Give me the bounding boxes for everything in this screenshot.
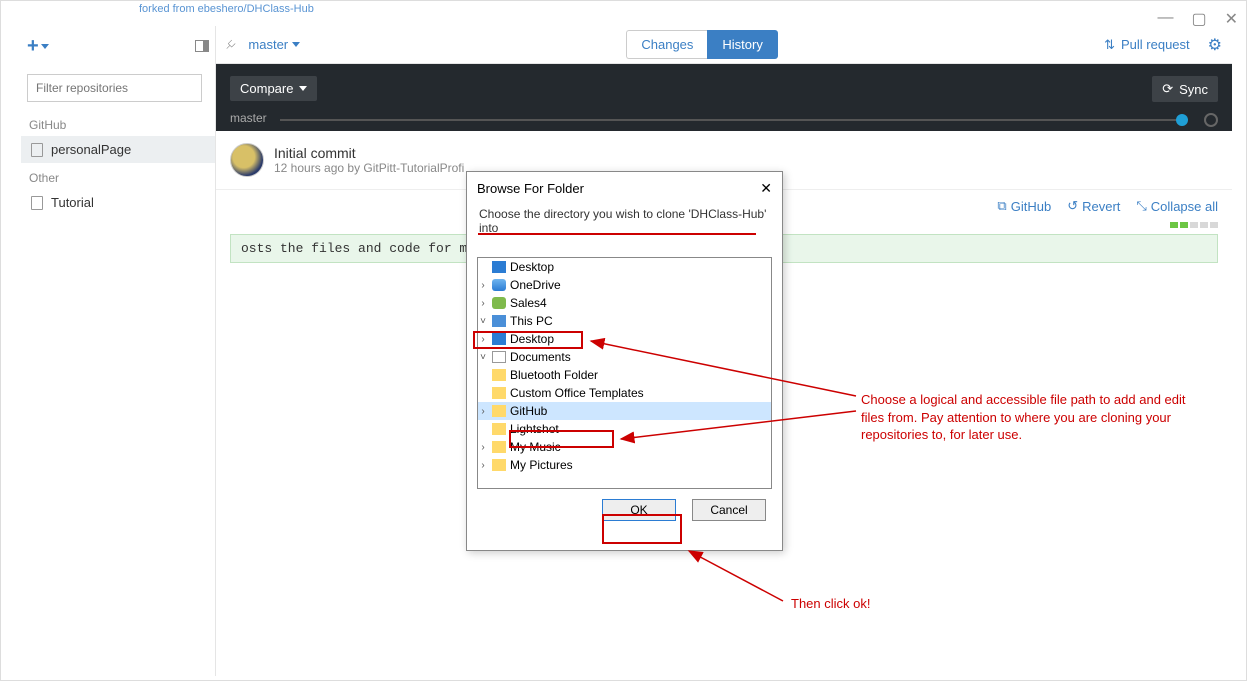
tree-node-label: GitHub	[510, 404, 547, 418]
tree-node-label: Bluetooth Folder	[510, 368, 598, 382]
tab-changes[interactable]: Changes	[626, 30, 707, 59]
forked-from-label: forked from ebeshero/DHClass-Hub	[139, 3, 314, 15]
expand-icon[interactable]	[478, 424, 488, 435]
branch-dropdown[interactable]: master	[248, 37, 300, 52]
dialog-message: Choose the directory you wish to clone '…	[467, 205, 782, 241]
pull-request-button[interactable]: ⇅ Pull request	[1104, 37, 1190, 53]
sidebar-item-tutorial[interactable]: Tutorial	[21, 189, 215, 216]
expand-icon[interactable]: ›	[478, 460, 488, 471]
tree-node-label: My Pictures	[510, 458, 573, 472]
timeline-commit-dot[interactable]	[1176, 114, 1188, 126]
folder-icon	[492, 405, 506, 417]
view-tabs: Changes History	[626, 30, 778, 59]
expand-icon[interactable]	[478, 370, 488, 381]
tree-node-label: Sales4	[510, 296, 547, 310]
tree-node-sales4[interactable]: › Sales4	[478, 294, 771, 312]
cancel-button[interactable]: Cancel	[692, 499, 766, 521]
annotation-underline	[478, 233, 756, 235]
pull-request-label: Pull request	[1121, 37, 1190, 52]
chevron-down-icon	[299, 86, 307, 91]
annotation-box-thispc	[473, 331, 583, 349]
pull-request-icon: ⇅	[1104, 37, 1115, 53]
sidebar-section-heading: GitHub	[21, 110, 215, 136]
open-github-link[interactable]: ⧉GitHub	[997, 198, 1051, 214]
sidebar-item-label: Tutorial	[51, 195, 94, 210]
revert-button[interactable]: ↺Revert	[1067, 198, 1120, 214]
sync-icon: ⟳	[1162, 81, 1173, 97]
gear-icon[interactable]: ⚙	[1208, 35, 1222, 55]
add-repo-button[interactable]: +	[27, 35, 49, 58]
commit-title: Initial commit	[274, 145, 464, 161]
expand-icon[interactable]	[478, 262, 488, 273]
sidebar: + GitHub personalPage Other Tutorial	[21, 26, 216, 676]
toolbar: ⑂ master Changes History ⇅ Pull request …	[216, 26, 1232, 64]
tree-node-my-pictures[interactable]: › My Pictures	[478, 456, 771, 474]
folder-icon	[492, 387, 506, 399]
folder-icon	[492, 369, 506, 381]
tree-node-custom-office-templates[interactable]: Custom Office Templates	[478, 384, 771, 402]
collapse-icon: ⤡	[1136, 198, 1146, 214]
tree-node-github[interactable]: › GitHub	[478, 402, 771, 420]
sidebar-section-heading: Other	[21, 163, 215, 189]
tab-history[interactable]: History	[707, 30, 777, 59]
history-bar: Compare ⟳ Sync master	[216, 64, 1232, 131]
annotation-box-github	[509, 430, 614, 448]
revert-icon: ↺	[1067, 198, 1078, 214]
branch-name: master	[248, 37, 288, 52]
filter-repos-input[interactable]	[27, 74, 202, 102]
folder-icon	[492, 441, 506, 453]
tree-node-label: This PC	[510, 314, 553, 328]
cloud-icon	[492, 279, 506, 291]
tree-node-bluetooth-folder[interactable]: Bluetooth Folder	[478, 366, 771, 384]
desktop-icon	[492, 261, 506, 273]
timeline-head-dot[interactable]	[1204, 113, 1218, 127]
tree-node-label: OneDrive	[510, 278, 561, 292]
avatar	[230, 143, 264, 177]
expand-icon[interactable]: ›	[478, 406, 488, 417]
tree-node-this-pc[interactable]: ˅ This PC	[478, 312, 771, 330]
annotation-text-2: Then click ok!	[791, 595, 870, 613]
repo-icon	[31, 143, 43, 157]
expand-icon[interactable]: ˅	[478, 316, 488, 327]
timeline-branch-label: master	[230, 111, 267, 125]
compare-label: Compare	[240, 81, 293, 96]
compare-dropdown[interactable]: Compare	[230, 76, 317, 101]
commit-meta: 12 hours ago by GitPitt-TutorialProfi	[274, 161, 464, 175]
tree-node-label: Documents	[510, 350, 571, 364]
expand-icon[interactable]: ˅	[478, 352, 488, 363]
pc-icon	[492, 315, 506, 327]
app-window: forked from ebeshero/DHClass-Hub — ▢ ✕ +…	[0, 0, 1247, 681]
dialog-close-icon[interactable]: ✕	[760, 180, 772, 197]
tree-node-label: Desktop	[510, 260, 554, 274]
expand-icon[interactable]: ›	[478, 298, 488, 309]
annotation-box-ok	[602, 514, 682, 544]
sidebar-item-label: personalPage	[51, 142, 131, 157]
timeline	[280, 119, 1176, 121]
sync-label: Sync	[1179, 82, 1208, 97]
branch-icon: ⑂	[222, 36, 239, 53]
folder-tree: Desktop›OneDrive›Sales4˅This PC›Desktop˅…	[477, 257, 772, 489]
annotation-text-1: Choose a logical and accessible file pat…	[861, 391, 1191, 444]
tree-node-desktop[interactable]: Desktop	[478, 258, 771, 276]
expand-icon[interactable]: ›	[478, 280, 488, 291]
browse-folder-dialog: Browse For Folder ✕ Choose the directory…	[466, 171, 783, 551]
user-icon	[492, 297, 506, 309]
sidebar-toggle-icon[interactable]	[195, 40, 209, 52]
dialog-title: Browse For Folder	[477, 181, 584, 196]
doc-icon	[492, 351, 506, 363]
expand-icon[interactable]	[478, 388, 488, 399]
collapse-all-button[interactable]: ⤡Collapse all	[1136, 198, 1218, 214]
folder-icon	[492, 459, 506, 471]
expand-icon[interactable]: ›	[478, 442, 488, 453]
sync-button[interactable]: ⟳ Sync	[1152, 76, 1218, 102]
tree-node-label: Custom Office Templates	[510, 386, 644, 400]
external-link-icon: ⧉	[997, 198, 1006, 214]
chevron-down-icon	[292, 42, 300, 47]
repo-icon	[31, 196, 43, 210]
sidebar-item-personalpage[interactable]: personalPage	[21, 136, 215, 163]
tree-node-onedrive[interactable]: › OneDrive	[478, 276, 771, 294]
tree-node-documents[interactable]: ˅ Documents	[478, 348, 771, 366]
folder-icon	[492, 423, 506, 435]
